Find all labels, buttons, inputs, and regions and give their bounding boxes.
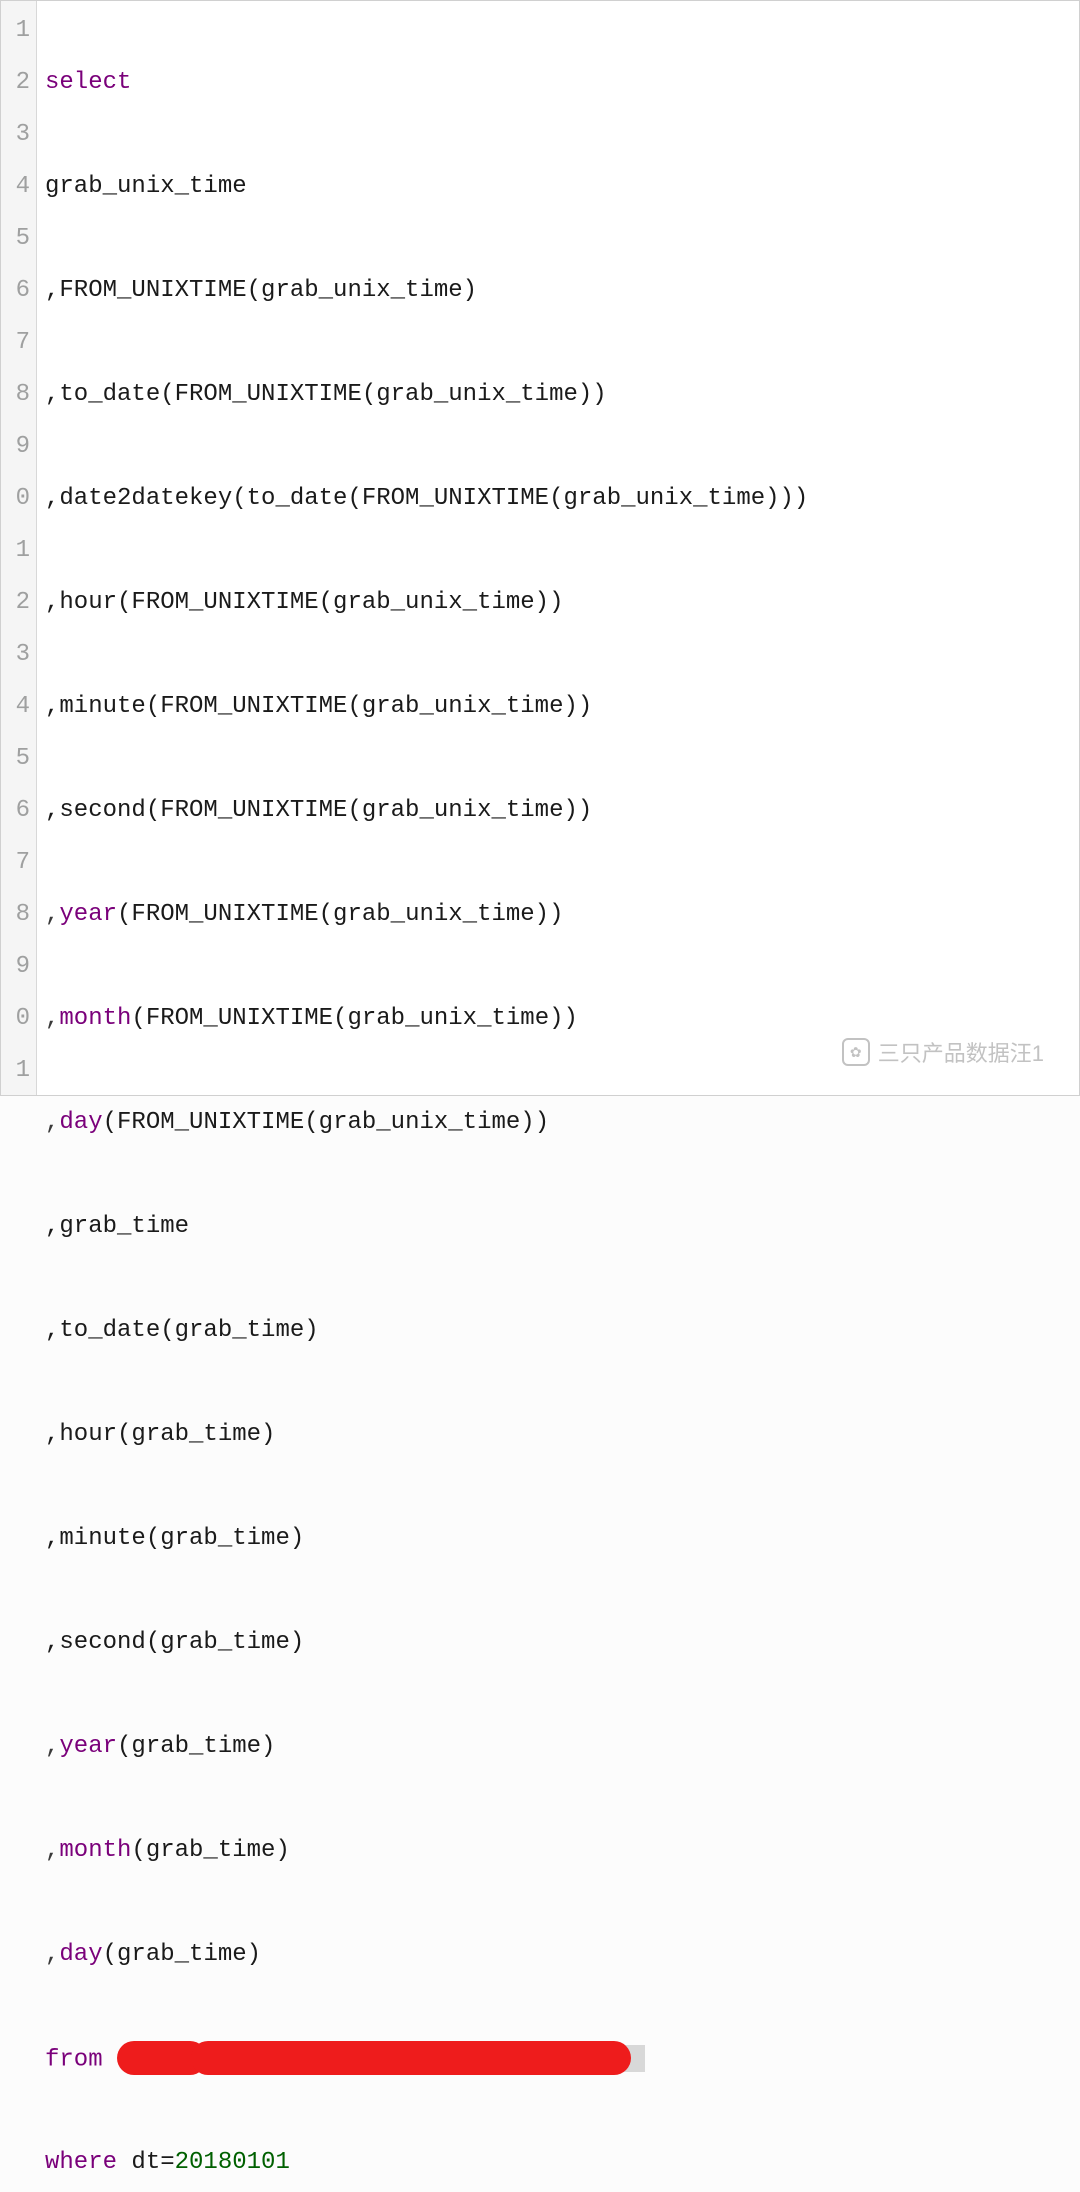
sql-comma: , [45,1109,59,1136]
sql-comma: , [45,1005,59,1032]
line-number: 1 [5,525,30,577]
code-area[interactable]: select grab_unix_time ,FROM_UNIXTIME(gra… [37,1,1079,1095]
line-number: 4 [5,161,30,213]
redaction-icon [191,2041,631,2075]
sql-keyword-year: year [59,1733,117,1760]
selection-highlight [207,2045,645,2072]
line-number: 3 [5,109,30,161]
line-number: 8 [5,889,30,941]
line-number: 3 [5,629,30,681]
redacted-table-name [117,2033,645,2085]
code-line[interactable]: ,day(FROM_UNIXTIME(grab_unix_time)) [45,1097,1071,1149]
sql-expr: ,minute(FROM_UNIXTIME(grab_unix_time)) [45,693,592,720]
line-number-gutter: 1 2 3 4 5 6 7 8 9 0 1 2 3 4 5 6 7 8 9 0 … [1,1,37,1095]
sql-expr: ,hour(grab_time) [45,1421,275,1448]
sql-number: 20180101 [175,2149,290,2176]
line-number: 4 [5,681,30,733]
sql-expr: ,date2datekey(to_date(FROM_UNIXTIME(grab… [45,485,808,512]
code-line[interactable]: ,hour(grab_time) [45,1409,1071,1461]
watermark: ✿ 三只产品数据汪1 [842,1036,1044,1068]
sql-ident: ,grab_time [45,1213,189,1240]
sql-keyword-day: day [59,1941,102,1968]
code-line[interactable]: select [45,57,1071,109]
code-line[interactable]: ,minute(grab_time) [45,1513,1071,1565]
code-line[interactable]: ,grab_time [45,1201,1071,1253]
space [103,2046,117,2073]
sql-expr: ,second(FROM_UNIXTIME(grab_unix_time)) [45,797,592,824]
code-line[interactable]: ,second(grab_time) [45,1617,1071,1669]
sql-expr: ,hour(FROM_UNIXTIME(grab_unix_time)) [45,589,563,616]
sql-expr: (FROM_UNIXTIME(grab_unix_time)) [131,1005,577,1032]
line-number: 7 [5,837,30,889]
sql-expr: (FROM_UNIXTIME(grab_unix_time)) [117,901,563,928]
code-line[interactable]: where dt=20180101 [45,2137,1071,2189]
sql-keyword-from: from [45,2046,103,2073]
sql-expr: ,second(grab_time) [45,1629,304,1656]
sql-comma: , [45,1733,59,1760]
sql-expr: (grab_time) [131,1837,289,1864]
sql-expr: ,to_date(grab_time) [45,1317,319,1344]
sql-ident: grab_unix_time [45,173,247,200]
line-number: 0 [5,473,30,525]
code-line[interactable]: ,date2datekey(to_date(FROM_UNIXTIME(grab… [45,473,1071,525]
line-number: 7 [5,317,30,369]
code-line[interactable]: ,second(FROM_UNIXTIME(grab_unix_time)) [45,785,1071,837]
code-line[interactable]: ,month(grab_time) [45,1825,1071,1877]
sql-expr: (grab_time) [117,1733,275,1760]
code-line[interactable]: from [45,2033,1071,2085]
sql-keyword-year: year [59,901,117,928]
sql-expr: ,minute(grab_time) [45,1525,304,1552]
code-line[interactable]: ,to_date(FROM_UNIXTIME(grab_unix_time)) [45,369,1071,421]
sql-comma: , [45,901,59,928]
line-number: 1 [5,5,30,57]
code-line[interactable]: ,year(FROM_UNIXTIME(grab_unix_time)) [45,889,1071,941]
code-line[interactable]: ,hour(FROM_UNIXTIME(grab_unix_time)) [45,577,1071,629]
sql-keyword-select: select [45,69,131,96]
line-number: 9 [5,421,30,473]
code-line[interactable]: ,to_date(grab_time) [45,1305,1071,1357]
sql-keyword-day: day [59,1109,102,1136]
line-number: 9 [5,941,30,993]
sql-expr: ,to_date(FROM_UNIXTIME(grab_unix_time)) [45,381,607,408]
line-number: 6 [5,785,30,837]
code-editor[interactable]: 1 2 3 4 5 6 7 8 9 0 1 2 3 4 5 6 7 8 9 0 … [0,0,1080,1096]
line-number: 6 [5,265,30,317]
watermark-text: 三只产品数据汪1 [878,1036,1044,1068]
line-number: 2 [5,577,30,629]
line-number: 0 [5,993,30,1045]
code-line[interactable]: ,minute(FROM_UNIXTIME(grab_unix_time)) [45,681,1071,733]
code-line[interactable]: ,day(grab_time) [45,1929,1071,1981]
sql-expr: dt= [117,2149,175,2176]
sql-keyword-where: where [45,2149,117,2176]
sql-expr: ,FROM_UNIXTIME(grab_unix_time) [45,277,477,304]
sql-keyword-month: month [59,1837,131,1864]
sql-expr: (grab_time) [103,1941,261,1968]
line-number: 5 [5,733,30,785]
sql-expr: (FROM_UNIXTIME(grab_unix_time)) [103,1109,549,1136]
code-line[interactable]: ,year(grab_time) [45,1721,1071,1773]
sql-comma: , [45,1941,59,1968]
sql-comma: , [45,1837,59,1864]
watermark-icon: ✿ [842,1038,870,1066]
line-number: 1 [5,1045,30,1097]
line-number: 5 [5,213,30,265]
code-line[interactable]: ,FROM_UNIXTIME(grab_unix_time) [45,265,1071,317]
code-line[interactable]: grab_unix_time [45,161,1071,213]
sql-keyword-month: month [59,1005,131,1032]
line-number: 8 [5,369,30,421]
line-number: 2 [5,57,30,109]
